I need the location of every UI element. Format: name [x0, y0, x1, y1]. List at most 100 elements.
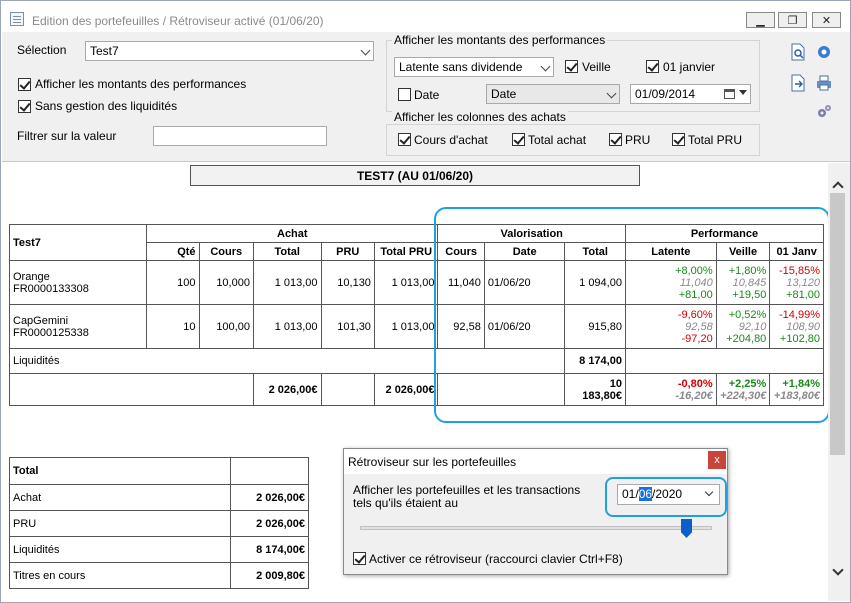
- retro-date-suffix: /2020: [652, 487, 683, 501]
- date-checkbox[interactable]: [398, 88, 411, 101]
- cell-pru: 101,30: [320, 304, 375, 349]
- total-achat-value: 2 026,00€: [252, 373, 322, 406]
- perf-mode-dropdown[interactable]: Latente sans dividende: [394, 57, 554, 77]
- filter-input[interactable]: [153, 126, 327, 146]
- col-v-total: Total: [564, 242, 626, 261]
- close-button[interactable]: ✕: [812, 12, 841, 28]
- vei-amt: +204,80: [726, 332, 767, 345]
- summary-value: 2 009,80€: [230, 562, 309, 589]
- chevron-down-icon: [540, 61, 551, 72]
- scroll-up-icon[interactable]: [832, 181, 844, 193]
- main-window: Edition des portefeuilles / Rétroviseur …: [0, 0, 851, 603]
- selection-label: Sélection: [17, 43, 67, 57]
- retro-date-prefix: 01/: [622, 487, 639, 501]
- table-row[interactable]: Orange FR0000133308 100 10,000 1 013,00 1…: [8, 260, 824, 305]
- jan-ref: 108,90: [786, 320, 820, 333]
- total-pru-value: 2 026,00€: [373, 373, 439, 406]
- summary-value: [230, 457, 309, 485]
- document-search-icon[interactable]: [789, 43, 807, 61]
- row-isin: FR0000133308: [13, 282, 89, 295]
- pru-checkbox[interactable]: [609, 133, 622, 146]
- col-latente: Latente: [624, 242, 717, 261]
- vertical-scrollbar[interactable]: [828, 163, 850, 601]
- lat-amt: -97,20: [681, 332, 713, 345]
- total-pru-label: Total PRU: [688, 133, 743, 147]
- minimize-button[interactable]: ▁: [746, 12, 775, 28]
- cell-v-total: 1 094,00: [564, 260, 626, 305]
- options-panel: Sélection Test7 Afficher les montants de…: [2, 32, 850, 162]
- document-export-icon[interactable]: [789, 74, 807, 92]
- total-vei-pct: +2,25%: [728, 377, 767, 390]
- total-achat-label: Total achat: [528, 133, 587, 147]
- group-achat: Achat: [146, 224, 439, 243]
- summary-label: Total: [8, 457, 232, 485]
- window-app-icon: [10, 12, 24, 26]
- vei-pct: +1,80%: [728, 264, 767, 277]
- summary-label: Achat: [8, 484, 232, 511]
- show-perf-label: Afficher les montants des performances: [35, 77, 247, 91]
- cell-v-date: 01/06/20: [483, 304, 566, 349]
- lat-pct: +8,00%: [675, 264, 713, 277]
- dialog-close-button[interactable]: x: [708, 451, 726, 469]
- liquidites-value: 8 174,00: [564, 348, 626, 374]
- row-isin: FR0000125338: [13, 326, 89, 339]
- jan-amt: +81,00: [786, 288, 820, 301]
- settings-gears-icon[interactable]: [815, 103, 833, 121]
- cours-achat-checkbox[interactable]: [398, 133, 411, 146]
- chevron-down-icon[interactable]: [739, 90, 747, 95]
- summary-label: Titres en cours: [8, 562, 232, 589]
- lat-ref: 92,58: [685, 320, 713, 333]
- scroll-down-icon[interactable]: [832, 564, 844, 576]
- lat-pct: -9,60%: [677, 308, 713, 321]
- no-liquidity-checkbox[interactable]: [18, 100, 31, 113]
- restore-button[interactable]: ❐: [778, 12, 807, 28]
- summary-value: 2 026,00€: [230, 510, 309, 537]
- filter-label: Filtrer sur la valeur: [17, 129, 117, 143]
- date-picker[interactable]: 01/09/2014: [630, 84, 751, 104]
- cell-total-pru: 1 013,00: [373, 260, 439, 305]
- cell-v-cours: 92,58: [437, 304, 485, 349]
- perf-group-title: Afficher les montants des performances: [392, 33, 608, 47]
- total-pru-checkbox[interactable]: [672, 133, 685, 146]
- perf-mode-value: Latente sans dividende: [399, 60, 523, 74]
- janvier-checkbox[interactable]: [646, 60, 659, 73]
- jan-pct: -15,85%: [779, 264, 820, 277]
- cell-total-pru: 1 013,00: [373, 304, 439, 349]
- date-type-dropdown[interactable]: Date: [486, 84, 620, 104]
- total-achat-checkbox[interactable]: [512, 133, 525, 146]
- scrollbar-thumb[interactable]: [830, 193, 845, 455]
- cell-v-total: 915,80: [564, 304, 626, 349]
- slider-thumb[interactable]: [681, 519, 692, 538]
- selection-dropdown[interactable]: Test7: [85, 41, 374, 61]
- retro-date-picker[interactable]: 01/06/2020: [617, 484, 720, 505]
- gear-icon[interactable]: [815, 43, 833, 61]
- row-name: CapGemini: [13, 314, 69, 327]
- row-name: Orange: [13, 270, 50, 283]
- printer-icon[interactable]: [815, 74, 833, 92]
- group-performance: Performance: [624, 224, 825, 243]
- report-title: TEST7 (AU 01/06/20): [190, 165, 640, 186]
- activate-retro-checkbox[interactable]: [353, 552, 366, 565]
- calendar-icon[interactable]: [724, 89, 735, 99]
- dialog-title-bar: Rétroviseur sur les portefeuilles x: [344, 449, 727, 474]
- veille-label: Veille: [582, 60, 611, 74]
- cell-qte: 10: [146, 304, 200, 349]
- jan-ref: 13,120: [786, 276, 820, 289]
- portfolio-name: Test7: [8, 224, 148, 261]
- retroviseur-dialog: Rétroviseur sur les portefeuilles x Affi…: [343, 448, 728, 575]
- date-slider[interactable]: [360, 519, 712, 549]
- col-pru: PRU: [320, 242, 375, 261]
- cell-total: 1 013,00: [252, 260, 322, 305]
- vei-ref: 10,845: [732, 276, 767, 289]
- dialog-title: Rétroviseur sur les portefeuilles: [348, 455, 517, 469]
- retro-date-selected: 06: [638, 487, 653, 501]
- table-row[interactable]: CapGemini FR0000125338 10 100,00 1 013,00…: [8, 304, 824, 349]
- chevron-down-icon[interactable]: [704, 487, 714, 497]
- date-label: Date: [414, 88, 440, 102]
- total-vei-amt: +224,30€: [720, 389, 767, 402]
- show-perf-checkbox[interactable]: [18, 78, 31, 91]
- vei-ref: 92,10: [738, 320, 767, 333]
- cell-v-cours: 11,040: [437, 260, 485, 305]
- veille-checkbox[interactable]: [565, 60, 578, 73]
- group-valorisation: Valorisation: [437, 224, 626, 243]
